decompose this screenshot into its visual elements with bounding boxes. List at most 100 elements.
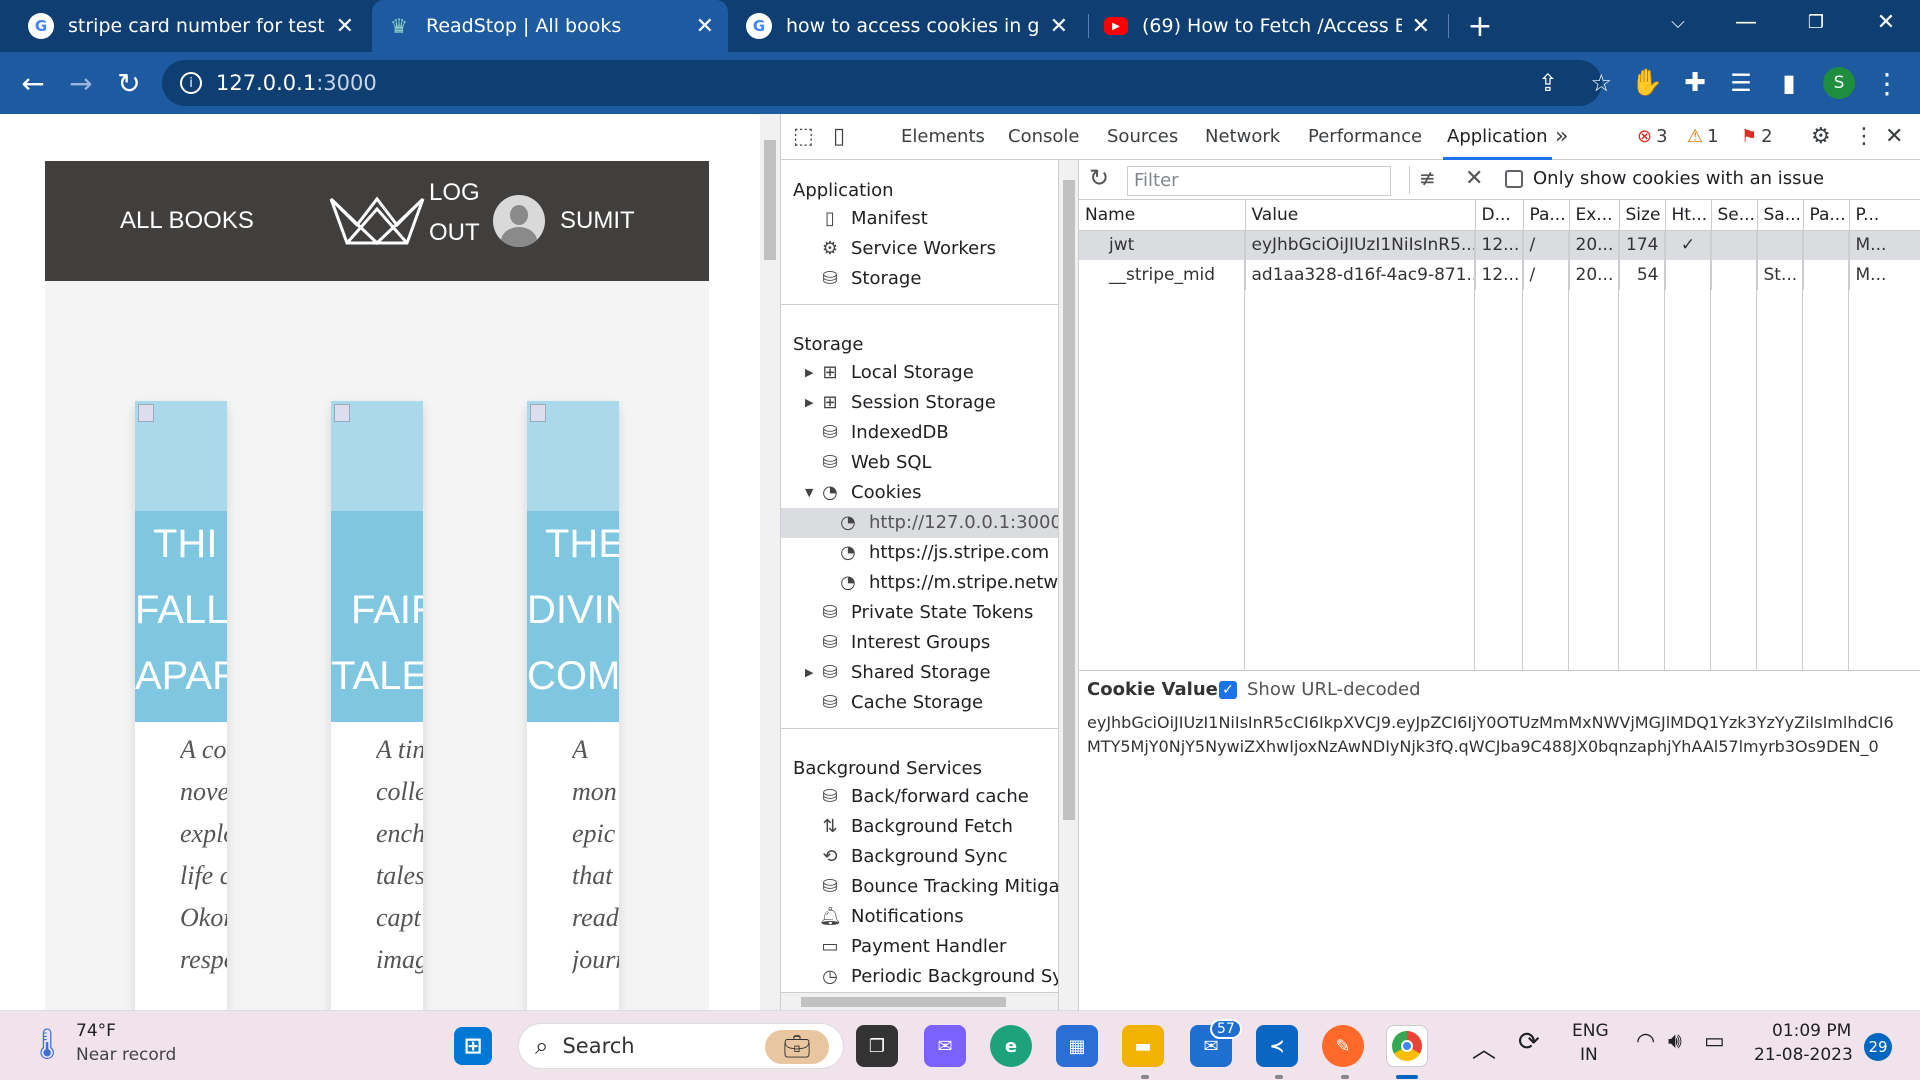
address-bar[interactable]: i 127.0.0.1:3000 ⇪ ☆ [162, 60, 1612, 106]
user-avatar[interactable] [493, 195, 545, 247]
thermometer-icon[interactable]: 🌡︎ [28, 1027, 66, 1062]
sidebar-item-session-storage[interactable]: ▶ ⊞ Session Storage [805, 388, 996, 418]
battery-icon[interactable]: ▭ [1704, 1029, 1725, 1054]
close-icon[interactable]: ✕ [1050, 14, 1068, 39]
issues-counter[interactable]: ⚑ 2 [1741, 114, 1773, 160]
postman-icon[interactable]: ✎ [1322, 1025, 1364, 1067]
nav-user[interactable]: SUMIT [560, 207, 635, 235]
sidebar-item-shared-storage[interactable]: ▶ ⛁ Shared Storage [805, 658, 991, 688]
expand-arrow-icon[interactable]: ▶ [805, 358, 813, 388]
tab-elements[interactable]: Elements [901, 114, 985, 160]
column-domain[interactable]: D... [1475, 200, 1524, 231]
column-path[interactable]: Pa... [1523, 200, 1570, 231]
store-icon[interactable]: ▦ [1056, 1025, 1098, 1067]
devtools-menu-icon[interactable]: ⋮ [1853, 114, 1875, 160]
sidebar-item-bounce-tracking[interactable]: ⛁ Bounce Tracking Mitigatic [819, 872, 1058, 902]
sidebar-item-local-storage[interactable]: ▶ ⊞ Local Storage [805, 358, 974, 388]
sidebar-item-cookie-origin-js-stripe[interactable]: ◔ https://js.stripe.com [837, 538, 1049, 568]
page-scrollbar[interactable] [760, 114, 780, 1010]
extensions-puzzle-icon[interactable]: ✚ [1672, 60, 1718, 106]
sidebar-item-payment-handler[interactable]: ▭ Payment Handler [819, 932, 1006, 962]
profile-avatar[interactable]: S [1816, 60, 1862, 106]
sidebar-item-notifications[interactable]: 🔔︎ Notifications [819, 902, 964, 932]
weather-desc[interactable]: Near record [76, 1045, 176, 1065]
tab-cookies-search[interactable]: G how to access cookies in google ✕ [732, 0, 1082, 52]
sidebar-item-bfcache[interactable]: ⛁ Back/forward cache [819, 782, 1028, 812]
vscode-icon[interactable]: ≺ [1256, 1025, 1298, 1067]
clear-filtered-icon[interactable]: ≢ [1419, 166, 1436, 190]
book-card[interactable]: THI FALL APAR A conoveexplolife cOkorres… [135, 401, 227, 1010]
warning-counter[interactable]: ⚠ 1 [1687, 114, 1719, 160]
teams-chat-icon[interactable]: ✉ [924, 1025, 966, 1067]
crown-logo-icon[interactable] [327, 195, 427, 247]
share-icon[interactable]: ⇪ [1538, 69, 1558, 97]
taskbar-search-box[interactable]: ⌕ Search 💼︎ [518, 1023, 844, 1069]
site-info-icon[interactable]: i [180, 72, 202, 94]
sidebar-item-cookies[interactable]: ▼ ◔ Cookies [805, 478, 921, 508]
bookmark-star-icon[interactable]: ☆ [1590, 69, 1612, 97]
settings-gear-icon[interactable]: ⚙ [1811, 114, 1831, 160]
close-window-button[interactable]: ✕ [1858, 0, 1914, 44]
notification-count-badge[interactable]: 29 [1864, 1033, 1892, 1061]
scrollbar-thumb[interactable] [1063, 180, 1075, 820]
tab-search-chevron-icon[interactable]: ⌵ [1650, 0, 1706, 44]
close-icon[interactable]: ✕ [1412, 14, 1430, 39]
sidebar-item-background-sync[interactable]: ⟲ Background Sync [819, 842, 1007, 872]
sidebar-scrollbar[interactable] [1059, 160, 1079, 1010]
sidebar-horizontal-scrollbar[interactable] [781, 992, 1058, 1010]
wifi-icon[interactable]: ◠ [1636, 1029, 1655, 1054]
sidebar-item-manifest[interactable]: ▯ Manifest [819, 204, 928, 234]
input-indicator[interactable]: IN [1580, 1045, 1598, 1065]
clock-date[interactable]: 21-08-2023 [1754, 1045, 1853, 1065]
table-row[interactable]: jwt eyJhbGciOiJIUzI1NiIsInR5... 12... / … [1079, 230, 1920, 260]
error-counter[interactable]: ⊗ 3 [1637, 114, 1668, 160]
chrome-icon[interactable] [1386, 1025, 1428, 1067]
sidebar-item-web-sql[interactable]: ⛁ Web SQL [819, 448, 931, 478]
sync-status-icon[interactable]: ⟳ [1518, 1027, 1540, 1057]
new-tab-button[interactable]: + [1452, 4, 1508, 48]
expand-arrow-icon[interactable]: ▶ [805, 388, 813, 418]
sidebar-item-periodic-sync[interactable]: ◷Periodic Background Sync [819, 962, 1058, 992]
book-card[interactable]: FAIR TALE A tincolleenchtalescaptimag [331, 401, 423, 1010]
task-view-icon[interactable]: ❐ [856, 1025, 898, 1067]
sidebar-item-private-state-tokens[interactable]: ⛁ Private State Tokens [819, 598, 1033, 628]
sidebar-item-cookie-origin-m-stripe[interactable]: ◔ https://m.stripe.networ [837, 568, 1058, 598]
edge-icon[interactable]: e [990, 1025, 1032, 1067]
restore-button[interactable]: ❐ [1788, 0, 1844, 44]
weather-temp[interactable]: 74°F [76, 1021, 116, 1041]
extension-hand-icon[interactable]: ✋ [1624, 60, 1670, 106]
nav-logout-line2[interactable]: OUT [429, 219, 480, 247]
nav-logout-line1[interactable]: LOG [429, 179, 480, 207]
language-indicator[interactable]: ENG [1572, 1021, 1609, 1041]
tab-performance[interactable]: Performance [1308, 114, 1422, 160]
column-httponly[interactable]: Ht... [1665, 200, 1712, 231]
column-samesite[interactable]: Sa... [1757, 200, 1804, 231]
close-icon[interactable]: ✕ [336, 14, 354, 39]
column-name[interactable]: Name [1079, 200, 1246, 231]
sidebar-item-indexeddb[interactable]: ⛁ IndexedDB [819, 418, 948, 448]
only-issue-checkbox[interactable] [1505, 170, 1523, 188]
tab-network[interactable]: Network [1205, 114, 1280, 160]
expand-arrow-icon[interactable]: ▶ [805, 658, 813, 688]
collapse-arrow-icon[interactable]: ▼ [805, 478, 813, 508]
scrollbar-thumb[interactable] [801, 997, 1006, 1007]
delete-selected-icon[interactable]: ✕ [1465, 166, 1483, 191]
column-partition-key[interactable]: Pa... [1803, 200, 1850, 231]
tab-readstop[interactable]: ♛ ReadStop | All books ✕ [372, 0, 728, 52]
sidebar-item-interest-groups[interactable]: ⛁ Interest Groups [819, 628, 990, 658]
cookie-filter-input[interactable]: Filter [1127, 166, 1391, 196]
refresh-icon[interactable]: ↻ [1089, 164, 1109, 192]
close-icon[interactable]: ✕ [696, 14, 714, 39]
column-priority[interactable]: P... [1849, 200, 1920, 231]
column-secure[interactable]: Se... [1711, 200, 1758, 231]
close-devtools-icon[interactable]: ✕ [1885, 114, 1903, 160]
file-explorer-icon[interactable]: ▬ [1122, 1025, 1164, 1067]
back-arrow-icon[interactable]: ← [10, 60, 56, 106]
minimize-button[interactable]: — [1718, 0, 1774, 44]
tab-stripe-search[interactable]: G stripe card number for testing - C ✕ [14, 0, 368, 52]
column-expires[interactable]: Ex... [1569, 200, 1620, 231]
sidebar-item-background-fetch[interactable]: ⇅ Background Fetch [819, 812, 1012, 842]
sidebar-item-storage[interactable]: ⛁ Storage [819, 264, 921, 294]
inspect-element-icon[interactable]: ⬚ [793, 114, 814, 160]
side-panel-icon[interactable]: ▮ [1766, 60, 1812, 106]
